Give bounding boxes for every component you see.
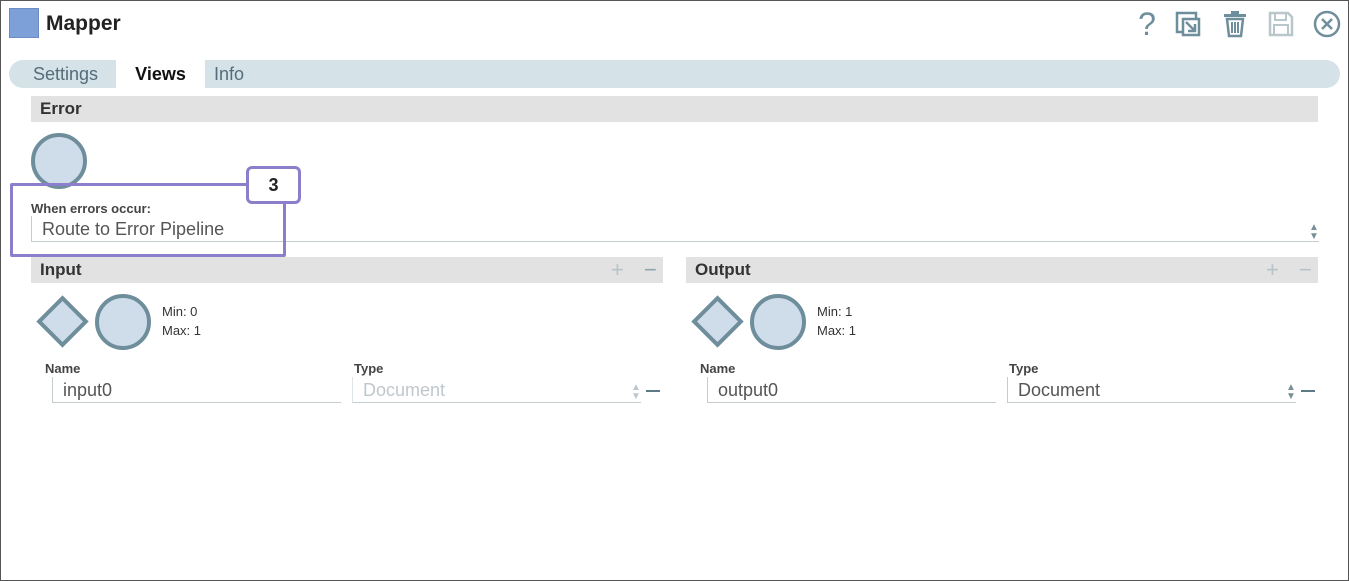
tab-settings[interactable]: Settings	[33, 60, 98, 88]
export-icon[interactable]	[1172, 8, 1204, 40]
help-icon[interactable]: ?	[1131, 8, 1163, 40]
tab-views[interactable]: Views	[116, 60, 205, 88]
output-row-remove-button[interactable]	[1301, 390, 1315, 392]
input-type-select: Document	[352, 377, 641, 403]
output-name-label: Name	[700, 361, 736, 376]
output-type-arrows-icon[interactable]: ▲ ▼	[1286, 383, 1296, 402]
output-diamond-icon	[691, 295, 744, 348]
callout-box	[10, 183, 286, 257]
input-name-value: input0	[63, 380, 113, 400]
output-name-value: output0	[718, 380, 779, 400]
input-circle-icon	[95, 294, 151, 350]
dialog-title: Mapper	[46, 12, 121, 35]
output-circle-icon	[750, 294, 806, 350]
input-add-button[interactable]: +	[611, 257, 624, 283]
snap-type-icon	[9, 8, 39, 38]
output-add-button[interactable]: +	[1266, 257, 1279, 283]
output-type-select[interactable]: Document	[1007, 377, 1296, 403]
trash-icon[interactable]	[1219, 8, 1251, 40]
output-max: Max: 1	[817, 323, 857, 338]
callout-number: 3	[246, 166, 301, 204]
help-glyph: ?	[1138, 6, 1156, 42]
output-section-header: Output + −	[686, 257, 1318, 283]
output-type-value: Document	[1018, 380, 1101, 400]
output-section-title: Output	[695, 260, 751, 279]
tab-info[interactable]: Info	[214, 60, 244, 88]
save-icon[interactable]	[1265, 8, 1297, 40]
output-name-field[interactable]: output0	[707, 377, 996, 403]
input-row-remove-button[interactable]	[646, 390, 660, 392]
output-min: Min: 1	[817, 304, 853, 319]
input-type-value: Document	[363, 380, 446, 400]
select-arrows-icon[interactable]: ▲ ▼	[1309, 223, 1319, 242]
input-diamond-icon	[36, 295, 89, 348]
error-view-circle-icon	[31, 133, 87, 189]
input-type-label: Type	[354, 361, 384, 376]
input-type-arrows-icon: ▲ ▼	[631, 382, 641, 402]
input-max: Max: 1	[162, 323, 202, 338]
error-section-title: Error	[40, 99, 82, 118]
error-section-header: Error	[31, 96, 1318, 122]
mapper-dialog: Mapper ? Settings Views Info Error When …	[0, 0, 1349, 581]
tab-bar: Settings Views Info	[9, 60, 1340, 88]
output-type-label: Type	[1009, 361, 1039, 376]
input-min: Min: 0	[162, 304, 198, 319]
input-name-field[interactable]: input0	[52, 377, 341, 403]
input-remove-button[interactable]: −	[644, 257, 657, 283]
output-remove-button[interactable]: −	[1299, 257, 1312, 283]
close-icon[interactable]	[1311, 8, 1343, 40]
input-section-title: Input	[40, 260, 82, 279]
input-section-header: Input + −	[31, 257, 663, 283]
input-name-label: Name	[45, 361, 81, 376]
